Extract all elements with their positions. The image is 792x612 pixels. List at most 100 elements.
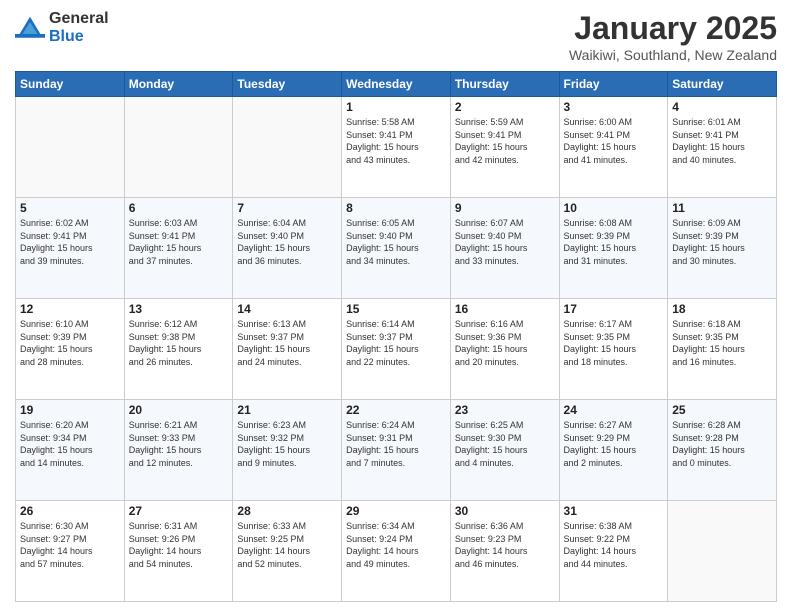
day-info: Sunrise: 5:59 AMSunset: 9:41 PMDaylight:… (455, 116, 555, 166)
table-row: 6 Sunrise: 6:03 AMSunset: 9:41 PMDaylight… (124, 198, 233, 299)
calendar-header-row: Sunday Monday Tuesday Wednesday Thursday… (16, 72, 777, 97)
table-row: 22Sunrise: 6:24 AMSunset: 9:31 PMDayligh… (342, 400, 451, 501)
table-row: 19Sunrise: 6:20 AMSunset: 9:34 PMDayligh… (16, 400, 125, 501)
day-number: 18 (672, 302, 772, 316)
table-row: 25 Sunrise: 6:28 AMSunset: 9:28 PMDayligh… (668, 400, 777, 501)
table-row: 8Sunrise: 6:05 AMSunset: 9:40 PMDaylight… (342, 198, 451, 299)
logo-blue: Blue (49, 28, 109, 46)
table-row: 28Sunrise: 6:33 AMSunset: 9:25 PMDayligh… (233, 501, 342, 602)
day-info: Sunrise: 6:10 AMSunset: 9:39 PMDaylight:… (20, 318, 120, 368)
calendar-table: Sunday Monday Tuesday Wednesday Thursday… (15, 71, 777, 602)
col-saturday: Saturday (668, 72, 777, 97)
table-row (124, 97, 233, 198)
logo: General Blue (15, 10, 109, 45)
table-row: 10Sunrise: 6:08 AMSunset: 9:39 PMDayligh… (559, 198, 668, 299)
day-number: 23 (455, 403, 555, 417)
table-row: 2 Sunrise: 5:59 AMSunset: 9:41 PMDaylight… (450, 97, 559, 198)
day-number: 3 (564, 100, 664, 114)
day-number: 16 (455, 302, 555, 316)
calendar-week-row: 12 Sunrise: 6:10 AMSunset: 9:39 PMDayligh… (16, 299, 777, 400)
table-row: 3 Sunrise: 6:00 AMSunset: 9:41 PMDaylight… (559, 97, 668, 198)
day-info: Sunrise: 6:01 AMSunset: 9:41 PMDaylight:… (672, 116, 772, 166)
col-friday: Friday (559, 72, 668, 97)
day-info: Sunrise: 6:16 AMSunset: 9:36 PMDaylight:… (455, 318, 555, 368)
table-row (16, 97, 125, 198)
day-number: 25 (672, 403, 772, 417)
day-info: Sunrise: 6:08 AMSunset: 9:39 PMDaylight:… (564, 217, 664, 267)
day-info: Sunrise: 6:02 AMSunset: 9:41 PMDaylight:… (20, 217, 120, 267)
day-number: 19 (20, 403, 120, 417)
day-info: Sunrise: 6:31 AMSunset: 9:26 PMDaylight:… (129, 520, 229, 570)
page: General Blue January 2025 Waikiwi, South… (0, 0, 792, 612)
logo-icon (15, 13, 45, 43)
day-info: Sunrise: 6:38 AMSunset: 9:22 PMDaylight:… (564, 520, 664, 570)
day-info: Sunrise: 6:13 AMSunset: 9:37 PMDaylight:… (237, 318, 337, 368)
table-row: 13Sunrise: 6:12 AMSunset: 9:38 PMDayligh… (124, 299, 233, 400)
day-number: 5 (20, 201, 120, 215)
day-info: Sunrise: 6:17 AMSunset: 9:35 PMDaylight:… (564, 318, 664, 368)
calendar-week-row: 26 Sunrise: 6:30 AMSunset: 9:27 PMDayligh… (16, 501, 777, 602)
day-info: Sunrise: 6:18 AMSunset: 9:35 PMDaylight:… (672, 318, 772, 368)
day-info: Sunrise: 6:25 AMSunset: 9:30 PMDaylight:… (455, 419, 555, 469)
table-row (668, 501, 777, 602)
logo-text: General Blue (49, 10, 109, 45)
day-info: Sunrise: 6:27 AMSunset: 9:29 PMDaylight:… (564, 419, 664, 469)
table-row: 12 Sunrise: 6:10 AMSunset: 9:39 PMDayligh… (16, 299, 125, 400)
table-row: 5 Sunrise: 6:02 AMSunset: 9:41 PMDaylight… (16, 198, 125, 299)
day-number: 1 (346, 100, 446, 114)
calendar-week-row: 5 Sunrise: 6:02 AMSunset: 9:41 PMDaylight… (16, 198, 777, 299)
table-row: 23 Sunrise: 6:25 AMSunset: 9:30 PMDayligh… (450, 400, 559, 501)
day-info: Sunrise: 6:05 AMSunset: 9:40 PMDaylight:… (346, 217, 446, 267)
logo-general: General (49, 10, 109, 28)
day-info: Sunrise: 6:03 AMSunset: 9:41 PMDaylight:… (129, 217, 229, 267)
table-row: 31 Sunrise: 6:38 AMSunset: 9:22 PMDayligh… (559, 501, 668, 602)
day-number: 15 (346, 302, 446, 316)
day-number: 6 (129, 201, 229, 215)
table-row: 17Sunrise: 6:17 AMSunset: 9:35 PMDayligh… (559, 299, 668, 400)
day-number: 14 (237, 302, 337, 316)
day-number: 26 (20, 504, 120, 518)
table-row: 4Sunrise: 6:01 AMSunset: 9:41 PMDaylight… (668, 97, 777, 198)
title-block: January 2025 Waikiwi, Southland, New Zea… (569, 10, 777, 63)
day-info: Sunrise: 6:21 AMSunset: 9:33 PMDaylight:… (129, 419, 229, 469)
location-subtitle: Waikiwi, Southland, New Zealand (569, 47, 777, 63)
day-number: 12 (20, 302, 120, 316)
header: General Blue January 2025 Waikiwi, South… (15, 10, 777, 63)
month-title: January 2025 (569, 10, 777, 47)
table-row: 21Sunrise: 6:23 AMSunset: 9:32 PMDayligh… (233, 400, 342, 501)
col-monday: Monday (124, 72, 233, 97)
day-info: Sunrise: 5:58 AMSunset: 9:41 PMDaylight:… (346, 116, 446, 166)
day-info: Sunrise: 6:36 AMSunset: 9:23 PMDaylight:… (455, 520, 555, 570)
day-info: Sunrise: 6:14 AMSunset: 9:37 PMDaylight:… (346, 318, 446, 368)
day-number: 13 (129, 302, 229, 316)
col-wednesday: Wednesday (342, 72, 451, 97)
day-info: Sunrise: 6:04 AMSunset: 9:40 PMDaylight:… (237, 217, 337, 267)
calendar-week-row: 19Sunrise: 6:20 AMSunset: 9:34 PMDayligh… (16, 400, 777, 501)
day-number: 2 (455, 100, 555, 114)
day-number: 24 (564, 403, 664, 417)
day-number: 9 (455, 201, 555, 215)
table-row: 9Sunrise: 6:07 AMSunset: 9:40 PMDaylight… (450, 198, 559, 299)
day-number: 11 (672, 201, 772, 215)
day-info: Sunrise: 6:24 AMSunset: 9:31 PMDaylight:… (346, 419, 446, 469)
day-number: 31 (564, 504, 664, 518)
day-number: 21 (237, 403, 337, 417)
day-info: Sunrise: 6:34 AMSunset: 9:24 PMDaylight:… (346, 520, 446, 570)
day-info: Sunrise: 6:00 AMSunset: 9:41 PMDaylight:… (564, 116, 664, 166)
day-number: 29 (346, 504, 446, 518)
table-row: 26 Sunrise: 6:30 AMSunset: 9:27 PMDayligh… (16, 501, 125, 602)
day-info: Sunrise: 6:28 AMSunset: 9:28 PMDaylight:… (672, 419, 772, 469)
table-row: 20 Sunrise: 6:21 AMSunset: 9:33 PMDayligh… (124, 400, 233, 501)
col-sunday: Sunday (16, 72, 125, 97)
table-row: 24 Sunrise: 6:27 AMSunset: 9:29 PMDayligh… (559, 400, 668, 501)
day-number: 7 (237, 201, 337, 215)
day-number: 30 (455, 504, 555, 518)
col-tuesday: Tuesday (233, 72, 342, 97)
table-row: 15 Sunrise: 6:14 AMSunset: 9:37 PMDayligh… (342, 299, 451, 400)
day-info: Sunrise: 6:33 AMSunset: 9:25 PMDaylight:… (237, 520, 337, 570)
day-number: 27 (129, 504, 229, 518)
day-info: Sunrise: 6:30 AMSunset: 9:27 PMDaylight:… (20, 520, 120, 570)
day-info: Sunrise: 6:09 AMSunset: 9:39 PMDaylight:… (672, 217, 772, 267)
table-row: 30 Sunrise: 6:36 AMSunset: 9:23 PMDayligh… (450, 501, 559, 602)
day-number: 20 (129, 403, 229, 417)
